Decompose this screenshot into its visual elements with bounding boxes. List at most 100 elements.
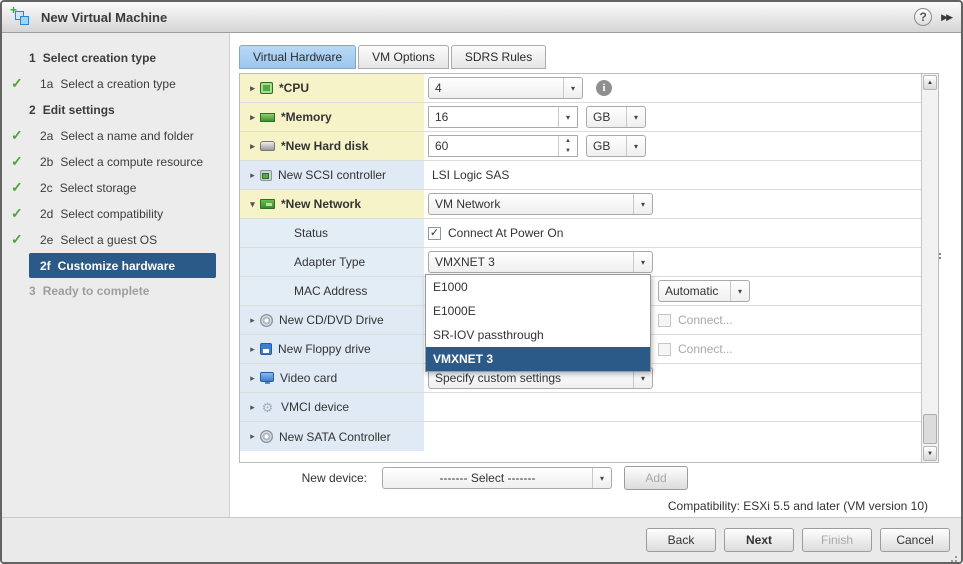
mac-address-mode-select[interactable]: Automatic ▾	[658, 280, 750, 302]
expand-arrow-icon[interactable]: ▸	[247, 431, 258, 442]
sata-controller-icon	[260, 430, 273, 443]
check-icon: ✓	[11, 205, 23, 221]
dropdown-option-e1000e[interactable]: E1000E	[426, 299, 650, 323]
help-icon[interactable]: ?	[914, 8, 933, 26]
memory-size-combo[interactable]: 16 ▾	[428, 106, 578, 128]
step-1a[interactable]: ✓ 1a Select a creation type	[2, 71, 229, 97]
row-cpu: ▸ *CPU 4 ▾ i	[240, 74, 938, 103]
row-memory: ▸ *Memory 16 ▾ GB ▾	[240, 103, 938, 132]
dialog-title: New Virtual Machine	[41, 9, 168, 25]
dropdown-arrow-icon[interactable]: ▾	[558, 107, 577, 127]
adapter-type-select[interactable]: VMXNET 3 ▾	[428, 251, 653, 273]
wizard-steps-sidebar: 1 Select creation type ✓ 1a Select a cre…	[2, 33, 230, 520]
disk-unit-select[interactable]: GB ▾	[586, 135, 646, 157]
row-network-status: Status ✓ Connect At Power On	[240, 219, 938, 248]
check-icon: ✓	[11, 179, 23, 195]
adapter-type-open-dropdown: E1000 E1000E SR-IOV passthrough VMXNET 3	[425, 274, 651, 372]
dropdown-arrow-icon[interactable]: ▾	[563, 78, 582, 98]
check-icon: ✓	[11, 231, 23, 247]
connect-at-power-on-checkbox[interactable]: ✓	[428, 226, 441, 240]
new-device-bar: New device: ------- Select ------- ▾ Add	[239, 466, 961, 490]
expand-arrow-icon[interactable]: ▸	[247, 315, 258, 326]
check-icon: ✓	[11, 153, 23, 169]
hardware-tabs: Virtual Hardware VM Options SDRS Rules	[239, 45, 961, 69]
check-icon: ✓	[11, 75, 23, 91]
scrollbar-thumb[interactable]	[923, 414, 937, 444]
step-ready-to-complete: 3 Ready to complete	[29, 284, 150, 298]
dropdown-option-e1000[interactable]: E1000	[426, 275, 650, 299]
scsi-controller-value: LSI Logic SAS	[432, 168, 510, 182]
title-bar: + New Virtual Machine ? ▶▶	[2, 2, 961, 33]
next-button[interactable]: Next	[724, 528, 794, 552]
customize-hardware-panel: Virtual Hardware VM Options SDRS Rules ▸…	[230, 33, 961, 520]
dropdown-arrow-icon[interactable]: ▾	[633, 194, 652, 214]
memory-icon	[260, 112, 275, 122]
dropdown-option-vmxnet3-selected[interactable]: VMXNET 3	[426, 347, 650, 371]
tab-sdrs-rules[interactable]: SDRS Rules	[450, 45, 547, 69]
cd-connect-checkbox-disabled	[658, 313, 671, 327]
expand-arrow-icon[interactable]: ▸	[247, 83, 258, 94]
new-vm-wizard-dialog: + New Virtual Machine ? ▶▶ 1 Select crea…	[0, 0, 963, 564]
expand-arrow-icon[interactable]: ▸	[247, 402, 258, 413]
row-new-scsi-controller: ▸ New SCSI controller LSI Logic SAS	[240, 161, 938, 190]
hardware-table-scrollbar[interactable]: ▲ ▼	[921, 74, 938, 462]
dropdown-arrow-icon[interactable]: ▾	[592, 468, 611, 488]
floppy-icon	[260, 343, 272, 355]
tab-vm-options[interactable]: VM Options	[358, 45, 449, 69]
expand-arrow-icon[interactable]: ▸	[247, 112, 258, 123]
row-new-network: ▾ *New Network VM Network ▾	[240, 190, 938, 219]
step-2b[interactable]: ✓ 2b Select a compute resource	[2, 149, 229, 175]
vmci-gear-icon: ⚙	[261, 399, 274, 415]
disk-size-spinner[interactable]: 60 ▲ ▼	[428, 135, 578, 157]
row-new-hard-disk: ▸ *New Hard disk 60 ▲ ▼ GB ▾	[240, 132, 938, 161]
back-button[interactable]: Back	[646, 528, 716, 552]
cd-dvd-icon	[260, 313, 273, 327]
compatibility-text: Compatibility: ESXi 5.5 and later (VM ve…	[667, 499, 928, 513]
video-card-icon	[260, 372, 274, 384]
expand-arrow-icon[interactable]: ▸	[247, 141, 258, 152]
floppy-connect-checkbox-disabled	[658, 342, 671, 356]
step-2c[interactable]: ✓ 2c Select storage	[2, 175, 229, 201]
memory-unit-select[interactable]: GB ▾	[586, 106, 646, 128]
dropdown-option-sriov[interactable]: SR-IOV passthrough	[426, 323, 650, 347]
step-2d[interactable]: ✓ 2d Select compatibility	[2, 201, 229, 227]
step-2f-customize-hardware-current[interactable]: 2f Customize hardware	[29, 253, 216, 278]
step-select-creation-type: 1 Select creation type	[29, 51, 157, 65]
scroll-down-icon[interactable]: ▼	[923, 446, 937, 461]
info-icon: i	[596, 80, 612, 96]
new-device-label: New device:	[301, 471, 367, 485]
dialog-footer: Back Next Finish Cancel	[2, 517, 961, 562]
row-new-sata-controller: ▸ New SATA Controller	[240, 422, 938, 451]
dropdown-arrow-icon[interactable]: ▾	[626, 136, 645, 156]
new-vm-icon: +	[10, 3, 33, 27]
hard-disk-icon	[260, 141, 275, 151]
add-device-button[interactable]: Add	[624, 466, 688, 490]
expand-arrow-icon[interactable]: ▸	[247, 344, 258, 355]
network-adapter-icon	[260, 199, 275, 209]
tab-virtual-hardware[interactable]: Virtual Hardware	[239, 45, 357, 69]
check-icon: ✓	[11, 127, 23, 143]
step-2a[interactable]: ✓ 2a Select a name and folder	[2, 123, 229, 149]
collapse-panel-icon[interactable]: ▶▶	[941, 12, 953, 23]
window-resize-grip[interactable]	[955, 556, 957, 558]
expand-arrow-icon[interactable]: ▸	[247, 170, 258, 181]
dropdown-arrow-icon[interactable]: ▾	[730, 281, 749, 301]
dropdown-arrow-icon[interactable]: ▾	[626, 107, 645, 127]
scroll-up-icon[interactable]: ▲	[923, 75, 937, 90]
step-edit-settings: 2 Edit settings	[29, 103, 115, 117]
expand-arrow-icon[interactable]: ▸	[247, 373, 258, 384]
row-vmci-device: ▸ ⚙ VMCI device	[240, 393, 938, 422]
cancel-button[interactable]: Cancel	[880, 528, 950, 552]
spinner-up-icon[interactable]: ▲	[559, 136, 577, 146]
row-adapter-type: Adapter Type VMXNET 3 ▾	[240, 248, 938, 277]
spinner-down-icon[interactable]: ▼	[559, 146, 577, 156]
cpu-count-select[interactable]: 4 ▾	[428, 77, 583, 99]
network-select[interactable]: VM Network ▾	[428, 193, 653, 215]
finish-button[interactable]: Finish	[802, 528, 872, 552]
step-2e[interactable]: ✓ 2e Select a guest OS	[2, 227, 229, 253]
new-device-select[interactable]: ------- Select ------- ▾	[382, 467, 612, 489]
cpu-icon	[260, 82, 273, 94]
scsi-controller-icon	[260, 169, 272, 181]
dropdown-arrow-icon[interactable]: ▾	[633, 252, 652, 272]
collapse-arrow-icon[interactable]: ▾	[247, 199, 258, 210]
